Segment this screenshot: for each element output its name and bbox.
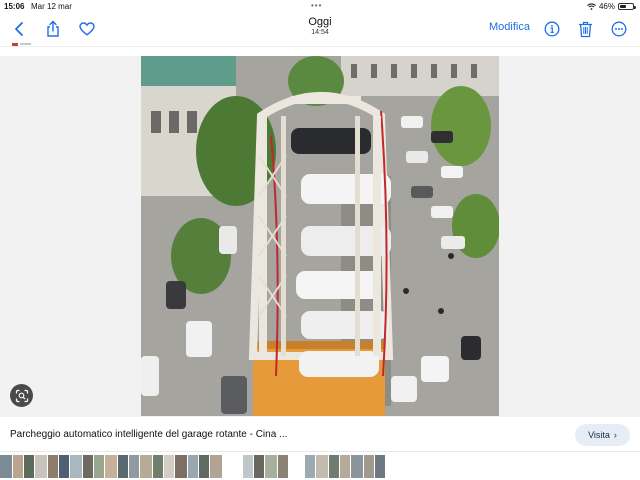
thumbnail[interactable]: [129, 455, 139, 478]
thumbnail[interactable]: [351, 455, 363, 478]
thumbnail[interactable]: [48, 455, 58, 478]
thumbnail[interactable]: [105, 455, 117, 478]
visual-lookup-icon: [15, 389, 28, 402]
thumbnail[interactable]: [254, 455, 264, 478]
thumbnail[interactable]: [364, 455, 374, 478]
visit-button[interactable]: Visita ›: [575, 424, 630, 446]
page-subtitle: 14:54: [311, 29, 329, 36]
info-button[interactable]: [541, 18, 563, 40]
thumbnail[interactable]: [164, 455, 174, 478]
battery-percent: 46%: [598, 2, 615, 11]
main-photo[interactable]: [141, 56, 499, 416]
thumbnail[interactable]: [94, 455, 104, 478]
wifi-icon: [587, 3, 596, 10]
thumbnail[interactable]: [35, 455, 47, 478]
heart-icon: [79, 22, 95, 36]
date: Mar 12 mar: [31, 2, 72, 11]
back-chevron-icon: [15, 22, 23, 36]
delete-button[interactable]: [574, 18, 596, 40]
page-title: Oggi: [308, 16, 332, 28]
thumbnail[interactable]: [24, 455, 34, 478]
favorite-button[interactable]: [76, 18, 98, 40]
trash-icon: [578, 21, 592, 37]
thumbnail[interactable]: [243, 455, 253, 478]
rotary-parking-tower-image: [141, 56, 499, 416]
battery-fill: [620, 5, 626, 8]
thumbnail[interactable]: [83, 455, 93, 478]
thumbnail[interactable]: [278, 455, 288, 478]
thumbnail[interactable]: [340, 455, 350, 478]
thumbnail[interactable]: [329, 455, 339, 478]
thumbnail[interactable]: [140, 455, 152, 478]
thumbnail[interactable]: [265, 455, 277, 478]
lookup-result-bar[interactable]: Parcheggio automatico intelligente del g…: [0, 417, 640, 450]
chevron-right-icon: ›: [613, 430, 617, 440]
thumbnail[interactable]: [0, 455, 12, 478]
status-bar: 15:06 Mar 12 mar ••• 46%: [0, 0, 640, 13]
thumbnail[interactable]: [375, 455, 385, 478]
thumbnail[interactable]: [175, 455, 187, 478]
photos-app: 15:06 Mar 12 mar ••• 46% Oggi 14:54 Modi…: [0, 0, 640, 480]
thumbnail[interactable]: [188, 455, 198, 478]
thumbnail[interactable]: [59, 455, 69, 478]
status-right: 46%: [587, 2, 636, 11]
share-icon: [47, 20, 59, 37]
thumbnail[interactable]: [13, 455, 23, 478]
edit-button[interactable]: Modifica: [489, 21, 530, 33]
photo-viewer: [0, 56, 640, 417]
photo-toolbar: Oggi 14:54 Modifica: [0, 13, 640, 43]
share-button[interactable]: [42, 18, 64, 40]
more-button[interactable]: [608, 18, 630, 40]
thumbnail[interactable]: [316, 455, 328, 478]
more-icon: [611, 21, 627, 37]
source-logo-icon: [12, 43, 31, 46]
info-icon: [544, 21, 560, 37]
thumbnail[interactable]: [70, 455, 82, 478]
visual-lookup-button[interactable]: [10, 384, 33, 407]
thumbnail[interactable]: [210, 455, 222, 478]
thumbnail[interactable]: [153, 455, 163, 478]
thumbnail[interactable]: [199, 455, 209, 478]
visit-label: Visita: [588, 430, 610, 440]
lookup-result-title: Parcheggio automatico intelligente del g…: [10, 429, 288, 440]
clock: 15:06: [4, 2, 25, 11]
toolbar-divider: [0, 46, 640, 47]
thumbnail[interactable]: [305, 455, 315, 478]
thumbnail[interactable]: [118, 455, 128, 478]
battery-icon: [618, 3, 636, 10]
title-block: Oggi 14:54: [270, 16, 370, 37]
multitasking-dots-icon[interactable]: •••: [311, 1, 322, 10]
back-button[interactable]: [8, 18, 30, 40]
thumbnail-strip[interactable]: [0, 451, 640, 480]
